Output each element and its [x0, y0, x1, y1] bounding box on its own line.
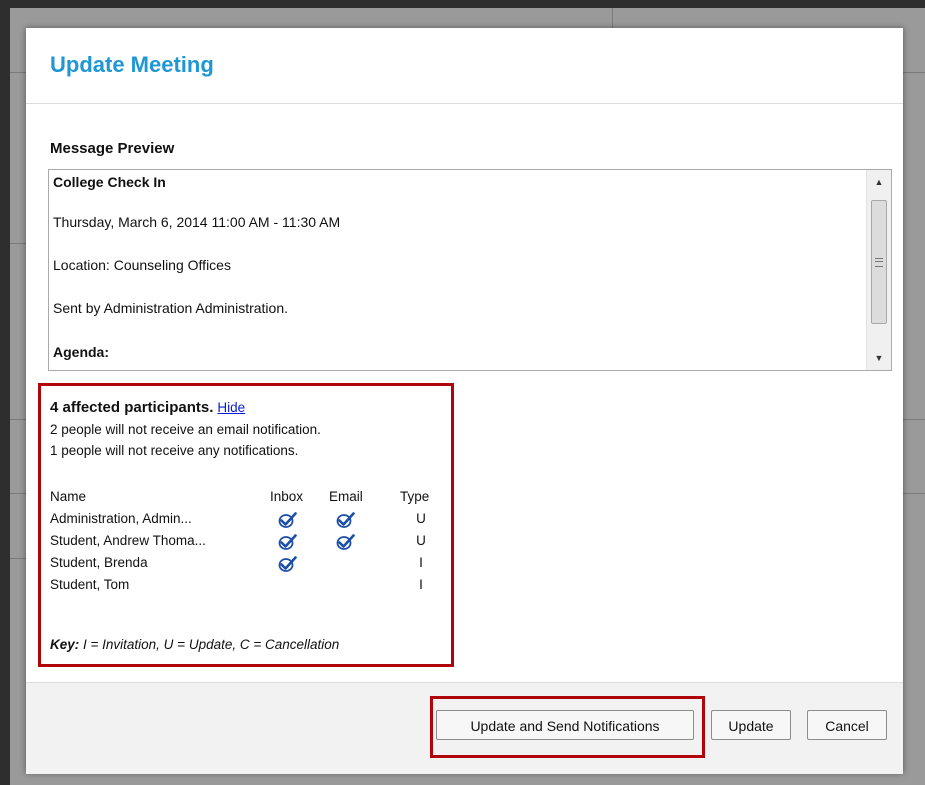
- type-key: Key: I = Invitation, U = Update, C = Can…: [50, 637, 339, 652]
- preview-scrollbar[interactable]: ▲ ▼: [866, 170, 891, 370]
- participant-row: Student, Tom I: [41, 577, 451, 598]
- grip-icon: [875, 258, 883, 267]
- preview-subject: College Check In: [53, 174, 166, 190]
- email-check-circle-icon: [335, 533, 355, 551]
- preview-location: Location: Counseling Offices: [53, 257, 231, 273]
- dialog-footer: Update and Send Notifications Update Can…: [26, 682, 903, 774]
- participant-name: Student, Brenda: [50, 555, 148, 570]
- background-left-edge: [0, 0, 10, 785]
- participant-row: Administration, Admin... U: [41, 511, 451, 532]
- participant-name: Student, Tom: [50, 577, 130, 592]
- no-notification-note: 1 people will not receive any notificati…: [50, 443, 299, 458]
- background-line: [10, 72, 26, 73]
- message-preview-label: Message Preview: [50, 140, 175, 157]
- arrow-up-icon[interactable]: ▲: [867, 172, 891, 192]
- arrow-down-icon[interactable]: ▼: [867, 348, 891, 368]
- participant-name: Student, Andrew Thoma...: [50, 533, 206, 548]
- update-button[interactable]: Update: [711, 710, 791, 740]
- participant-type: I: [419, 555, 423, 570]
- affected-participants-panel: 4 affected participants. Hide 2 people wi…: [38, 383, 454, 667]
- inbox-check-circle-icon: [277, 533, 297, 551]
- hide-link[interactable]: Hide: [217, 400, 245, 415]
- email-check-circle-icon: [335, 511, 355, 529]
- background-line: [10, 493, 26, 494]
- preview-sender: Sent by Administration Administration.: [53, 300, 289, 316]
- dialog-title: Update Meeting: [50, 52, 214, 77]
- cancel-button[interactable]: Cancel: [807, 710, 887, 740]
- affected-count-text: 4 affected participants.: [50, 399, 214, 416]
- participant-type: U: [416, 511, 426, 526]
- inbox-check-circle-icon: [277, 511, 297, 529]
- type-key-label: Key:: [50, 637, 80, 652]
- affected-participants-title: 4 affected participants. Hide: [50, 399, 245, 416]
- no-email-note: 2 people will not receive an email notif…: [50, 422, 321, 437]
- preview-agenda-label: Agenda:: [53, 344, 109, 360]
- participant-row: Student, Andrew Thoma... U: [41, 533, 451, 554]
- background-line: [903, 419, 925, 420]
- type-key-text: I = Invitation, U = Update, C = Cancella…: [79, 637, 340, 652]
- message-preview-box[interactable]: College Check In Thursday, March 6, 2014…: [48, 169, 892, 371]
- inbox-check-circle-icon: [277, 555, 297, 573]
- background-top-edge: [0, 0, 925, 8]
- background-line: [10, 243, 26, 244]
- scrollbar-thumb[interactable]: [871, 200, 887, 324]
- participant-type: U: [416, 533, 426, 548]
- background-divider: [612, 8, 613, 28]
- background-line: [903, 72, 925, 73]
- dialog-header: Update Meeting: [26, 28, 903, 104]
- column-header-type: Type: [400, 489, 430, 504]
- column-header-inbox: Inbox: [270, 489, 304, 504]
- participant-type: I: [419, 577, 423, 592]
- background-line: [10, 558, 26, 559]
- column-header-name: Name: [50, 489, 87, 504]
- update-and-send-button[interactable]: Update and Send Notifications: [436, 710, 694, 740]
- column-header-email: Email: [329, 489, 363, 504]
- participant-row: Student, Brenda I: [41, 555, 451, 576]
- participant-name: Administration, Admin...: [50, 511, 192, 526]
- background-line: [903, 493, 925, 494]
- background-line: [10, 419, 26, 420]
- update-meeting-dialog: Update Meeting Message Preview College C…: [26, 28, 903, 774]
- preview-datetime: Thursday, March 6, 2014 11:00 AM - 11:30…: [53, 214, 341, 230]
